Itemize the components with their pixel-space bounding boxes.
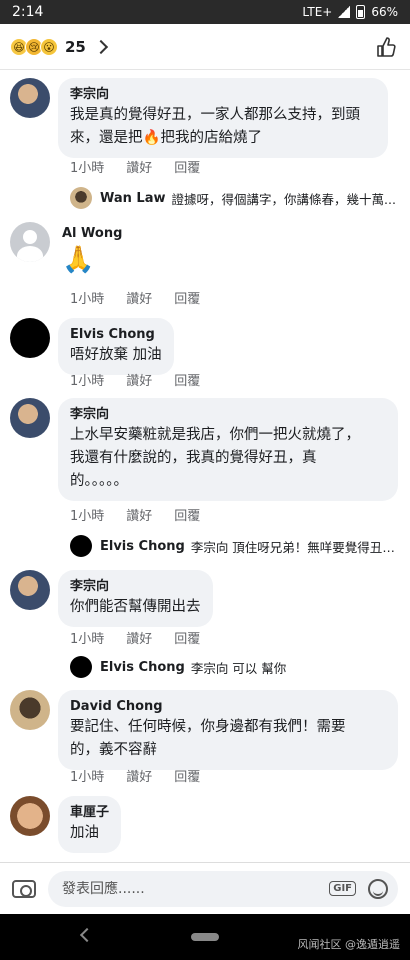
comment: David Chong 要記住、任何時候，你身邊都有我們！需要 的，義不容辭	[10, 690, 398, 770]
comment-text-line: 要記住、任何時候，你身邊都有我們！需要	[70, 719, 346, 735]
avatar[interactable]	[10, 222, 50, 262]
comment: 李宗向 上水早安藥粧就是我店，你們一把火就燒了， 我還有什麼說的，我真的覺得好丑…	[10, 398, 398, 501]
chevron-right-icon[interactable]	[93, 39, 108, 54]
timestamp: 1小時	[70, 374, 105, 389]
camera-icon[interactable]	[12, 879, 36, 898]
like-link[interactable]: 讚好	[126, 505, 152, 524]
reply-link[interactable]: 回覆	[174, 505, 200, 524]
timestamp: 1小時	[70, 509, 105, 524]
reply-preview[interactable]: Elvis Chong 李宗向 頂住呀兄弟！無咩要覺得丑，...	[70, 535, 400, 557]
reaction-summary[interactable]: 😆 😢 😮 25	[0, 24, 410, 70]
comment-input[interactable]	[62, 880, 330, 897]
home-button[interactable]	[191, 933, 219, 941]
like-link[interactable]: 讚好	[126, 766, 152, 785]
timestamp: 1小時	[70, 770, 105, 785]
praying-hands-icon: 🙏	[62, 245, 95, 275]
comment-bubble[interactable]: 李宗向 上水早安藥粧就是我店，你們一把火就燒了， 我還有什麼說的，我真的覺得好丑…	[58, 398, 398, 501]
system-nav-bar: 风闻社区 @逸遁逍遥	[0, 914, 410, 960]
comment-text-line: 上水早安藥粧就是我店，你們一把火就燒了，	[70, 427, 360, 443]
comment-text-line: 你們能否幫傳開出去	[70, 599, 201, 615]
comment: 車厘子 加油	[10, 796, 122, 853]
reply-text: 李宗向 可以 幫你	[190, 660, 287, 676]
reply-preview[interactable]: Wan Law 證據呀，得個講字，你講條春，幾十萬...	[70, 187, 400, 209]
comment-input-container[interactable]: GIF	[48, 870, 398, 907]
comment-text-line: 我還有什麼說的，我真的覺得好丑，真	[70, 450, 317, 466]
comment-bubble[interactable]: 車厘子 加油	[58, 796, 122, 853]
comment-body: Al Wong 🙏	[62, 222, 122, 275]
avatar[interactable]	[10, 398, 50, 438]
comment-actions: 1小時 讚好 回覆	[70, 628, 200, 647]
avatar[interactable]	[10, 690, 50, 730]
reply-link[interactable]: 回覆	[174, 288, 200, 307]
reply-preview[interactable]: Elvis Chong 李宗向 可以 幫你	[70, 656, 400, 678]
timestamp: 1小時	[70, 632, 105, 647]
comment-actions: 1小時 讚好 回覆	[70, 370, 200, 389]
comment-author[interactable]: 李宗向	[70, 578, 201, 596]
comment-bubble[interactable]: 李宗向 你們能否幫傳開出去	[58, 570, 213, 627]
emoji-picker-icon[interactable]	[368, 878, 388, 899]
timestamp: 1小時	[70, 161, 105, 176]
reply-author: Elvis Chong	[100, 538, 185, 554]
comment: Al Wong 🙏	[10, 222, 122, 275]
reply-link[interactable]: 回覆	[174, 628, 200, 647]
reaction-icons: 😆 😢 😮	[10, 37, 58, 56]
comment-text-line: 加油	[70, 825, 99, 841]
reply-link[interactable]: 回覆	[174, 157, 200, 176]
watermark: 风闻社区 @逸遁逍遥	[297, 938, 401, 951]
avatar[interactable]	[10, 570, 50, 610]
comment-text-line: 來，還是把🔥把我的店給燒了	[70, 130, 263, 146]
signal-icon	[338, 6, 351, 18]
reply-text: 證據呀，得個講字，你講條春，幾十萬...	[171, 191, 396, 207]
comment-text-line: 我是真的覺得好丑，一家人都那么支持，到頭	[70, 107, 360, 123]
comment-composer: GIF	[0, 862, 410, 914]
comment-author[interactable]: Al Wong	[62, 226, 122, 241]
like-link[interactable]: 讚好	[126, 628, 152, 647]
comment-actions: 1小時 讚好 回覆	[70, 766, 200, 785]
battery-level: 66%	[371, 5, 398, 19]
avatar	[70, 535, 92, 557]
avatar[interactable]	[10, 78, 50, 118]
comment-author[interactable]: Elvis Chong	[70, 326, 162, 344]
comment-bubble[interactable]: David Chong 要記住、任何時候，你身邊都有我們！需要 的，義不容辭	[58, 690, 398, 770]
comment: Elvis Chong 唔好放棄 加油	[10, 318, 174, 375]
reaction-count: 25	[65, 37, 86, 56]
gif-icon[interactable]: GIF	[329, 881, 356, 896]
like-link[interactable]: 讚好	[126, 370, 152, 389]
comment-author[interactable]: 車厘子	[70, 804, 109, 822]
thumbs-up-icon[interactable]	[376, 36, 396, 58]
comment-author[interactable]: David Chong	[70, 698, 386, 716]
reply-author: Elvis Chong	[100, 659, 185, 675]
comment-text-line: 的，義不容辭	[70, 742, 157, 758]
like-link[interactable]: 讚好	[126, 288, 152, 307]
avatar[interactable]	[10, 796, 50, 836]
comment-text-line: 唔好放棄 加油	[70, 347, 162, 363]
comment-actions: 1小時 讚好 回覆	[70, 505, 200, 524]
avatar	[70, 656, 92, 678]
comment-text-line: 的。。。。。	[70, 473, 128, 489]
comment: 李宗向 你們能否幫傳開出去	[10, 570, 213, 627]
reply-link[interactable]: 回覆	[174, 766, 200, 785]
comment-actions: 1小時 讚好 回覆	[70, 288, 200, 307]
status-bar: 2:14 LTE+ 66%	[0, 0, 410, 24]
comment-actions: 1小時 讚好 回覆	[70, 157, 200, 176]
network-label: LTE+	[302, 5, 333, 19]
clock: 2:14	[12, 4, 44, 20]
reply-text: 李宗向 頂住呀兄弟！無咩要覺得丑，...	[190, 539, 400, 555]
timestamp: 1小時	[70, 292, 105, 307]
avatar[interactable]	[10, 318, 50, 358]
comment-author[interactable]: 李宗向	[70, 406, 386, 424]
comment-bubble[interactable]: Elvis Chong 唔好放棄 加油	[58, 318, 174, 375]
battery-icon	[356, 5, 366, 19]
reply-author: Wan Law	[100, 190, 166, 206]
wow-reaction-icon: 😮	[40, 37, 58, 56]
reply-link[interactable]: 回覆	[174, 370, 200, 389]
back-icon[interactable]	[79, 927, 95, 943]
comment-bubble[interactable]: 李宗向 我是真的覺得好丑，一家人都那么支持，到頭 來，還是把🔥把我的店給燒了	[58, 78, 388, 158]
like-link[interactable]: 讚好	[126, 157, 152, 176]
comment: 李宗向 我是真的覺得好丑，一家人都那么支持，到頭 來，還是把🔥把我的店給燒了	[10, 78, 388, 158]
comment-author[interactable]: 李宗向	[70, 86, 376, 104]
avatar	[70, 187, 92, 209]
